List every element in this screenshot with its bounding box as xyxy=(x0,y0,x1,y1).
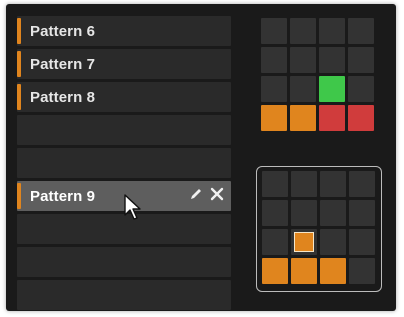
pattern-row-7[interactable]: Pattern 7 xyxy=(17,49,231,79)
pad-active-green[interactable] xyxy=(319,76,345,102)
pad-orange[interactable] xyxy=(261,105,287,131)
pad[interactable] xyxy=(349,171,375,197)
pattern-color-marker xyxy=(17,183,21,209)
pad-red[interactable] xyxy=(319,105,345,131)
empty-pattern-slot[interactable] xyxy=(17,115,231,145)
pad-grid-bottom xyxy=(262,171,375,284)
pad[interactable] xyxy=(319,18,345,44)
pattern-manager-panel: Pattern 6 Pattern 7 Pattern 8 Pattern 9 xyxy=(6,4,396,311)
pad[interactable] xyxy=(262,229,288,255)
pad-selected-orange[interactable] xyxy=(291,229,317,255)
pad-orange[interactable] xyxy=(320,258,346,284)
pattern-label: Pattern 9 xyxy=(30,188,96,205)
pad[interactable] xyxy=(261,18,287,44)
pattern-row-6[interactable]: Pattern 6 xyxy=(17,16,231,46)
pattern-color-marker xyxy=(17,18,21,44)
pad[interactable] xyxy=(349,258,375,284)
empty-pattern-slot[interactable] xyxy=(17,148,231,178)
pattern-color-marker xyxy=(17,51,21,77)
pad[interactable] xyxy=(320,229,346,255)
pad[interactable] xyxy=(261,47,287,73)
pad[interactable] xyxy=(262,171,288,197)
pad-orange[interactable] xyxy=(290,105,316,131)
empty-pattern-slot[interactable] xyxy=(17,280,231,310)
pad[interactable] xyxy=(320,200,346,226)
pad[interactable] xyxy=(348,76,374,102)
pad[interactable] xyxy=(290,18,316,44)
pattern-label: Pattern 7 xyxy=(30,56,96,73)
pad-grid-top xyxy=(261,18,374,131)
pad[interactable] xyxy=(349,229,375,255)
pattern-list: Pattern 6 Pattern 7 Pattern 8 Pattern 9 xyxy=(17,16,231,311)
pad[interactable] xyxy=(261,76,287,102)
pencil-icon[interactable] xyxy=(188,187,204,203)
pad[interactable] xyxy=(319,47,345,73)
pad-red[interactable] xyxy=(348,105,374,131)
pattern-color-marker xyxy=(17,84,21,110)
pad[interactable] xyxy=(320,171,346,197)
mouse-cursor-icon xyxy=(124,194,141,220)
pattern-row-8[interactable]: Pattern 8 xyxy=(17,82,231,112)
pad[interactable] xyxy=(348,18,374,44)
pad[interactable] xyxy=(291,200,317,226)
empty-pattern-slot[interactable] xyxy=(17,247,231,277)
pad[interactable] xyxy=(291,171,317,197)
pad-orange[interactable] xyxy=(291,258,317,284)
pad[interactable] xyxy=(290,47,316,73)
pad-orange[interactable] xyxy=(262,258,288,284)
close-icon[interactable] xyxy=(209,187,225,203)
pad[interactable] xyxy=(349,200,375,226)
pad[interactable] xyxy=(290,76,316,102)
pattern-label: Pattern 6 xyxy=(30,23,96,40)
pad[interactable] xyxy=(262,200,288,226)
pattern-label: Pattern 8 xyxy=(30,89,96,106)
pad[interactable] xyxy=(348,47,374,73)
